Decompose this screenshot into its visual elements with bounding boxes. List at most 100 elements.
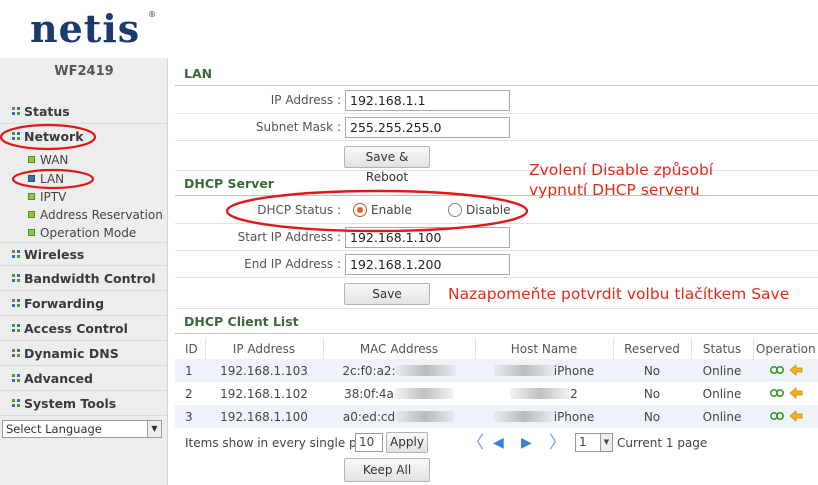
lan-ip-input[interactable]: 192.168.1.1 bbox=[345, 90, 510, 111]
lan-mask-label: Subnet Mask : bbox=[255, 120, 341, 134]
menu-grid-icon bbox=[12, 299, 20, 307]
sidebar-item-access-control[interactable]: Access Control bbox=[0, 317, 168, 341]
menu-grid-icon bbox=[12, 250, 20, 258]
lan-button-row: Save & Reboot bbox=[175, 141, 818, 184]
lan-section-title: LAN bbox=[175, 62, 818, 86]
reserve-link-icon[interactable] bbox=[769, 388, 785, 398]
lan-ip-label: IP Address : bbox=[270, 93, 341, 107]
column-header: IP Address bbox=[205, 338, 324, 359]
dhcp-status-label: DHCP Status : bbox=[257, 203, 341, 217]
back-arrow-icon[interactable] bbox=[788, 409, 803, 422]
dhcp-start-label: Start IP Address : bbox=[237, 230, 341, 244]
mac-cell: a0:ed:cd bbox=[323, 405, 475, 428]
save-button[interactable]: Save bbox=[344, 283, 430, 305]
dhcp-status-row: DHCP Status : Enable Disable bbox=[175, 197, 818, 224]
sidebar-item-network[interactable]: Network bbox=[0, 125, 168, 149]
redaction-blur bbox=[510, 387, 571, 399]
lan-ip-row: IP Address : 192.168.1.1 bbox=[175, 87, 818, 114]
dhcp-enable-radio[interactable] bbox=[353, 203, 367, 217]
dhcp-start-input[interactable]: 192.168.1.100 bbox=[345, 227, 510, 248]
lan-mask-input[interactable]: 255.255.255.0 bbox=[345, 117, 510, 138]
sidebar-item-wireless[interactable]: Wireless bbox=[0, 242, 168, 266]
column-header: Reserved bbox=[613, 338, 692, 359]
column-header: MAC Address bbox=[323, 338, 476, 359]
dhcp-disable-radio[interactable] bbox=[448, 203, 462, 217]
menu-grid-icon bbox=[12, 132, 20, 140]
bullet-icon bbox=[28, 211, 35, 218]
dhcp-end-input[interactable]: 192.168.1.200 bbox=[345, 254, 510, 275]
sidebar-item-advanced[interactable]: Advanced bbox=[0, 367, 168, 391]
sidebar: WF2419 Status Network WAN LAN IPTV Addre… bbox=[0, 58, 168, 485]
previous-page-icon[interactable]: ◀ bbox=[493, 432, 504, 454]
table-row: 3 192.168.1.100 a0:ed:cd iPhone No Onlin… bbox=[175, 405, 818, 428]
annotation-save: Nazapomeňte potvrdit volbu tlačítkem Sav… bbox=[448, 285, 790, 303]
annotation-disable-line2: vypnutí DHCP serveru bbox=[529, 181, 700, 199]
apply-button[interactable]: Apply bbox=[386, 432, 428, 453]
menu-grid-icon bbox=[12, 399, 20, 407]
redaction-blur bbox=[393, 387, 454, 399]
reserve-link-icon[interactable] bbox=[769, 411, 785, 421]
host-cell: iPhone bbox=[475, 359, 613, 382]
model-name: WF2419 bbox=[54, 64, 114, 79]
back-arrow-icon[interactable] bbox=[788, 363, 803, 376]
redaction-blur bbox=[493, 364, 554, 376]
registered-mark: ® bbox=[148, 10, 156, 19]
menu-grid-icon bbox=[12, 349, 20, 357]
annotation-disable-line1: Zvolení Disable způsobí bbox=[529, 161, 714, 179]
language-select[interactable]: Select Language ▼ bbox=[2, 420, 162, 438]
items-per-page-input[interactable]: 10 bbox=[355, 433, 383, 452]
table-row: 1 192.168.1.103 2c:f0:a2: iPhone No Onli… bbox=[175, 359, 818, 382]
current-page-label: Current 1 page bbox=[617, 436, 708, 450]
column-header: ID bbox=[175, 338, 206, 359]
menu-grid-icon bbox=[12, 374, 20, 382]
sidebar-item-dynamic-dns[interactable]: Dynamic DNS bbox=[0, 342, 168, 366]
page-select[interactable]: 1 ▼ bbox=[575, 433, 613, 452]
client-list-title: DHCP Client List bbox=[175, 310, 818, 334]
bullet-icon bbox=[28, 156, 35, 163]
sidebar-item-status[interactable]: Status bbox=[0, 100, 168, 124]
sidebar-item-bandwidth-control[interactable]: Bandwidth Control bbox=[0, 267, 168, 291]
operation-cell bbox=[753, 405, 818, 428]
redaction-blur bbox=[493, 410, 554, 422]
dhcp-disable-label: Disable bbox=[466, 203, 511, 217]
operation-cell bbox=[753, 359, 818, 382]
sidebar-subitem-address-reservation[interactable]: Address Reservation bbox=[28, 206, 163, 224]
redaction-blur bbox=[395, 410, 456, 422]
first-page-icon[interactable]: 〈 bbox=[467, 432, 484, 454]
items-per-page-label: Items show in every single page bbox=[185, 436, 379, 450]
chevron-down-icon[interactable]: ▼ bbox=[147, 421, 161, 437]
sidebar-subitem-lan[interactable]: LAN bbox=[28, 170, 64, 188]
sidebar-subitem-iptv[interactable]: IPTV bbox=[28, 188, 66, 206]
last-page-icon[interactable]: 〉 bbox=[549, 432, 566, 454]
dhcp-section-title: DHCP Server bbox=[175, 172, 818, 196]
mac-cell: 2c:f0:a2: bbox=[323, 359, 475, 382]
back-arrow-icon[interactable] bbox=[788, 386, 803, 399]
host-cell: 2 bbox=[475, 382, 613, 405]
sidebar-item-system-tools[interactable]: System Tools bbox=[0, 392, 168, 416]
keep-all-button[interactable]: Keep All bbox=[344, 458, 430, 482]
chevron-down-icon: ▼ bbox=[600, 434, 612, 451]
dhcp-start-row: Start IP Address : 192.168.1.100 bbox=[175, 224, 818, 251]
dhcp-end-label: End IP Address : bbox=[244, 257, 341, 271]
bullet-icon bbox=[28, 229, 35, 236]
sidebar-subitem-wan[interactable]: WAN bbox=[28, 151, 68, 169]
redaction-blur bbox=[395, 364, 456, 376]
sidebar-subitem-operation-mode[interactable]: Operation Mode bbox=[28, 224, 136, 242]
sidebar-item-forwarding[interactable]: Forwarding bbox=[0, 292, 168, 316]
reserve-link-icon[interactable] bbox=[769, 365, 785, 375]
netis-logo[interactable]: netis bbox=[30, 6, 140, 51]
menu-grid-icon bbox=[12, 324, 20, 332]
column-header: Host Name bbox=[475, 338, 614, 359]
lan-mask-row: Subnet Mask : 255.255.255.0 bbox=[175, 114, 818, 141]
bullet-icon bbox=[28, 175, 35, 182]
pagination-bar: Items show in every single page 10 Apply… bbox=[185, 432, 815, 454]
menu-grid-icon bbox=[12, 107, 20, 115]
column-header: Operation bbox=[753, 338, 818, 359]
mac-cell: 38:0f:4a bbox=[323, 382, 475, 405]
operation-cell bbox=[753, 382, 818, 405]
save-reboot-button[interactable]: Save & Reboot bbox=[344, 146, 430, 184]
table-header-row: ID IP Address MAC Address Host Name Rese… bbox=[175, 338, 818, 359]
dhcp-end-row: End IP Address : 192.168.1.200 bbox=[175, 251, 818, 278]
host-cell: iPhone bbox=[475, 405, 613, 428]
next-page-icon[interactable]: ▶ bbox=[521, 432, 532, 454]
